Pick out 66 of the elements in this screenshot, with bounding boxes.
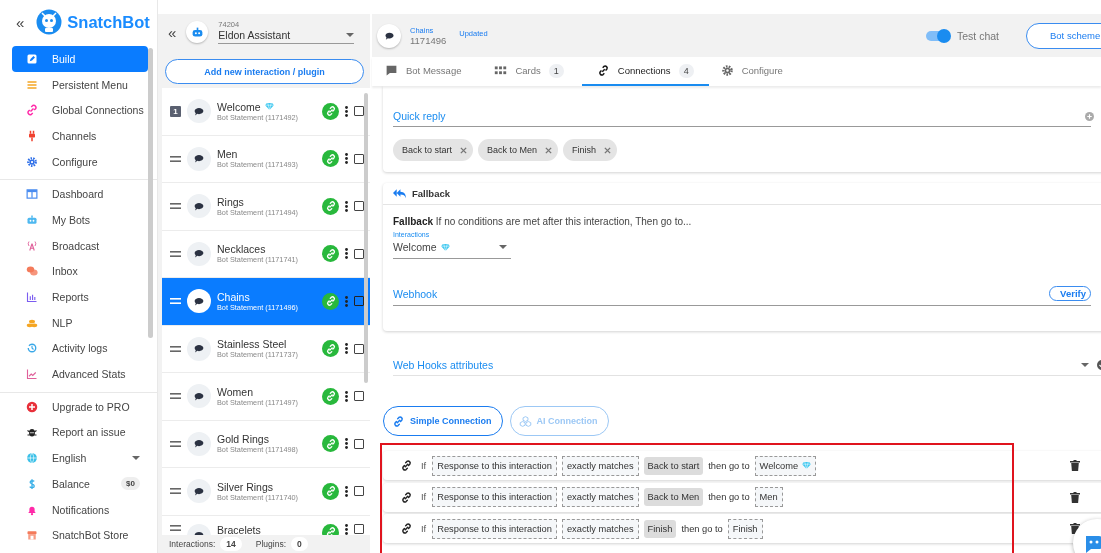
target-field[interactable]: Welcome	[754, 455, 817, 476]
count-badge: 4	[678, 63, 694, 78]
nav-item[interactable]: Notifications	[12, 496, 148, 523]
connection-type-button[interactable]: Simple Connection	[383, 406, 503, 436]
operator-field[interactable]: exactly matches	[561, 487, 639, 507]
tab[interactable]: Configure	[720, 57, 796, 86]
match-value[interactable]: Back to start	[643, 456, 704, 475]
match-value[interactable]: Finish	[643, 519, 677, 538]
nav-item[interactable]: Upgrade to PRO	[12, 393, 148, 420]
nav-item[interactable]: My Bots	[12, 207, 148, 233]
nav-item[interactable]: Persistent Menu	[12, 71, 148, 98]
target-field[interactable]: Men	[754, 487, 783, 507]
then-label: then go to	[708, 460, 750, 471]
test-chat-label: Test chat	[956, 29, 999, 42]
then-label: then go to	[708, 492, 750, 502]
bot-scheme-button[interactable]: Bot scheme	[1026, 22, 1101, 49]
count-badge: 1	[548, 63, 564, 78]
nav-item[interactable]: Advanced Stats	[12, 361, 148, 387]
nav-item[interactable]: Configure	[12, 148, 148, 175]
nav-item[interactable]: Activity logs	[12, 335, 148, 362]
interaction-select[interactable]: Welcome	[393, 238, 511, 259]
quick-reply-chip[interactable]: Back to Men	[478, 139, 559, 161]
interactions-count: 14	[220, 537, 242, 551]
tab[interactable]: Cards 1	[494, 57, 577, 86]
logo-text: SnatchBot	[67, 12, 150, 32]
fallback-title: Fallback	[412, 188, 451, 199]
tab[interactable]: Bot Message	[385, 57, 475, 86]
match-value[interactable]: Back to Men	[643, 488, 704, 506]
if-label: If	[421, 492, 427, 502]
nav-item[interactable]: NLP	[12, 309, 148, 336]
web-hooks-attributes-select[interactable]: Web Hooks attributes	[393, 359, 1101, 376]
nav-item[interactable]: Report an issue	[12, 419, 148, 446]
nav-item[interactable]: SnatchBot Store	[12, 522, 148, 549]
quick-reply-chip[interactable]: Back to start	[393, 139, 474, 161]
then-label: then go to	[681, 523, 723, 534]
source-field[interactable]: Response to this interaction	[432, 455, 557, 476]
source-field[interactable]: Response to this interaction	[432, 518, 557, 539]
nav-item[interactable]: Dashboard	[12, 181, 148, 208]
nav-item[interactable]: Broadcast	[12, 232, 148, 259]
order-number: 1	[170, 105, 181, 117]
if-label: If	[421, 523, 427, 534]
nav-item[interactable]: Global Connections	[12, 97, 148, 124]
plugins-count: 0	[291, 537, 308, 551]
interaction-id: 1171496	[410, 34, 447, 46]
target-field[interactable]: Finish	[727, 518, 763, 539]
operator-field[interactable]: exactly matches	[561, 518, 639, 539]
operator-field[interactable]: exactly matches	[561, 455, 639, 476]
nav-item[interactable]: English	[12, 445, 148, 471]
collapse-button[interactable]: «	[168, 23, 177, 41]
nav-item[interactable]: Balance $0	[12, 471, 148, 497]
nav-item[interactable]: Channels	[12, 123, 148, 149]
collapse-button[interactable]: «	[16, 13, 25, 31]
if-label: If	[421, 460, 427, 471]
fallback-description: Fallback If no conditions are met after this interaction, Then go to...	[393, 216, 693, 227]
balance-badge: $0	[121, 477, 140, 491]
webhook-field[interactable]: Webhook Verify	[393, 286, 1091, 306]
nav-item[interactable]: Reports	[12, 284, 148, 310]
quick-reply-field[interactable]: Quick reply	[393, 110, 1091, 127]
source-field[interactable]: Response to this interaction	[432, 487, 557, 507]
nav-item[interactable]: Inbox	[12, 258, 148, 285]
interactions-label: Interactions:	[169, 539, 216, 549]
nav-item[interactable]: Build	[12, 46, 148, 72]
plugins-label: Plugins:	[255, 539, 287, 549]
add-interaction-button[interactable]: Add new interaction / plugin	[165, 59, 364, 84]
verify-button[interactable]: Verify	[1049, 286, 1091, 301]
quick-reply-chip[interactable]: Finish	[563, 139, 618, 161]
